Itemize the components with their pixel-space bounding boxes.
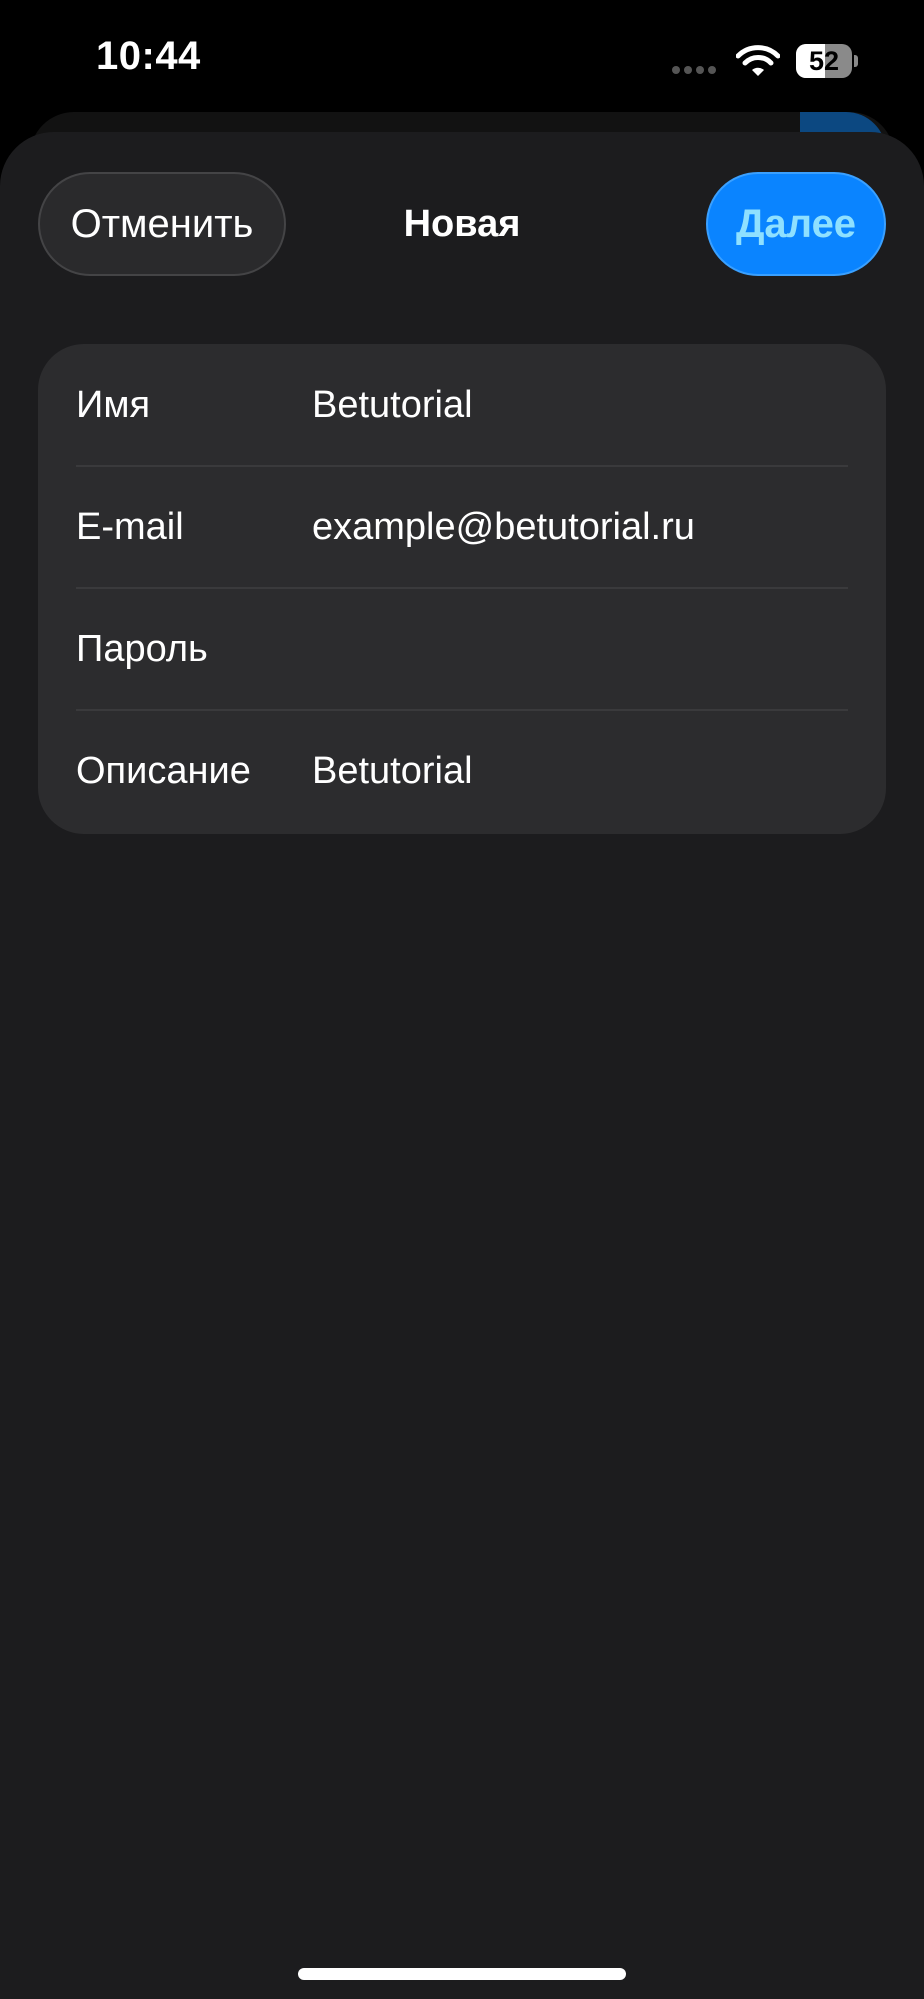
new-account-sheet: Отменить Новая Далее Имя Betutorial E-ma… [0, 132, 924, 1999]
battery-icon: 52 [796, 44, 858, 78]
form-row-email[interactable]: E-mail example@betutorial.ru [38, 466, 886, 588]
status-bar: 10:44 52 [0, 0, 924, 110]
account-form: Имя Betutorial E-mail example@betutorial… [38, 344, 886, 834]
name-field[interactable]: Betutorial [312, 344, 872, 466]
status-time: 10:44 [96, 34, 201, 78]
sheet-title: Новая [403, 202, 521, 245]
email-label: E-mail [76, 505, 184, 548]
description-label: Описание [76, 749, 251, 792]
description-field[interactable]: Betutorial [312, 710, 872, 832]
form-row-description[interactable]: Описание Betutorial [38, 710, 886, 832]
form-row-name[interactable]: Имя Betutorial [38, 344, 886, 466]
battery-level: 52 [808, 45, 840, 76]
form-row-password[interactable]: Пароль [38, 588, 886, 710]
name-label: Имя [76, 383, 151, 426]
password-label: Пароль [76, 627, 208, 670]
cellular-signal-icon [672, 66, 716, 76]
password-field[interactable] [312, 588, 872, 710]
cancel-button[interactable]: Отменить [38, 172, 286, 276]
home-indicator[interactable] [298, 1968, 626, 1980]
next-button[interactable]: Далее [706, 172, 886, 276]
email-field[interactable]: example@betutorial.ru [312, 466, 872, 588]
wifi-icon [735, 44, 781, 78]
